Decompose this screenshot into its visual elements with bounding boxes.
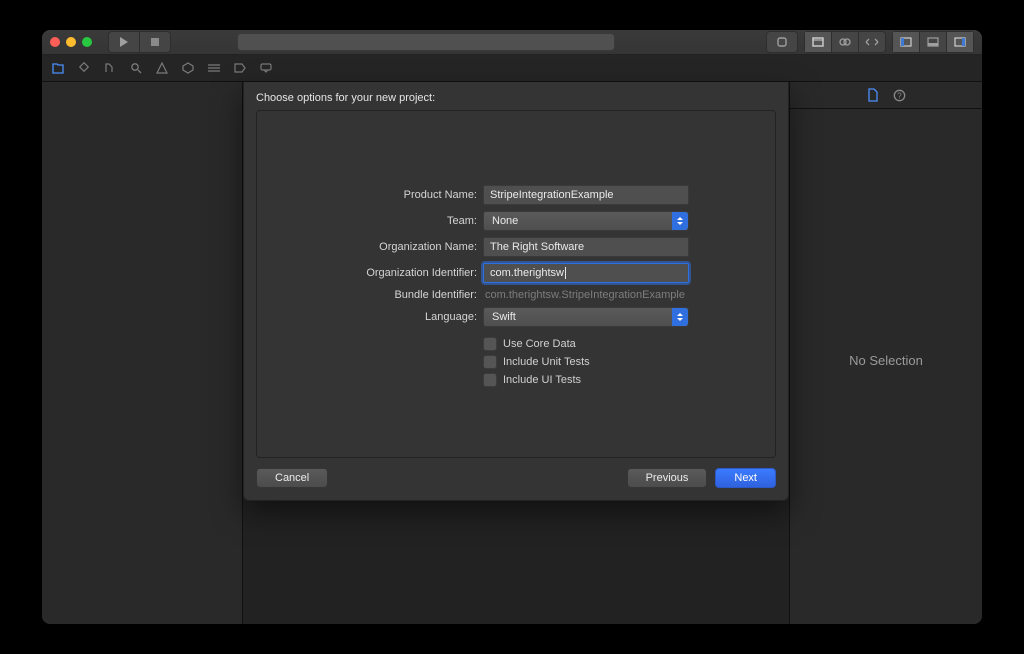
sheet-button-row: Cancel Previous Next [256, 468, 776, 488]
stop-button[interactable] [139, 32, 170, 52]
breakpoint-navigator-tab[interactable] [232, 60, 248, 76]
editor-layout-segment [804, 31, 886, 53]
sheet-content: Product Name: StripeIntegrationExample T… [256, 110, 776, 458]
include-unit-tests-label: Include Unit Tests [503, 356, 590, 368]
organization-name-value: The Right Software [490, 239, 584, 255]
bundle-identifier-label: Bundle Identifier: [297, 289, 477, 301]
team-popup[interactable]: None [483, 211, 689, 231]
chevron-up-down-icon [672, 308, 688, 326]
find-navigator-tab[interactable] [128, 60, 144, 76]
organization-identifier-value: com.therightsw [490, 265, 564, 281]
sheet-title: Choose options for your new project: [256, 92, 776, 104]
organization-identifier-label: Organization Identifier: [297, 267, 477, 279]
cancel-button[interactable]: Cancel [256, 468, 328, 488]
team-label: Team: [297, 215, 477, 227]
team-value: None [492, 215, 518, 227]
product-name-value: StripeIntegrationExample [490, 187, 614, 203]
navigator-panel [42, 82, 243, 624]
library-button[interactable] [766, 31, 798, 53]
editor-area: Choose options for your new project: Pro… [243, 82, 789, 624]
titlebar [42, 30, 982, 55]
product-name-field[interactable]: StripeIntegrationExample [483, 185, 689, 205]
include-ui-tests-label: Include UI Tests [503, 374, 581, 386]
run-button[interactable] [109, 32, 139, 52]
activity-view [237, 33, 615, 51]
project-navigator-tab[interactable] [50, 60, 66, 76]
new-project-sheet: Choose options for your new project: Pro… [243, 82, 789, 501]
next-button[interactable]: Next [715, 468, 776, 488]
source-control-navigator-tab[interactable] [76, 60, 92, 76]
navigator-tabbar [42, 55, 982, 82]
language-value: Swift [492, 311, 516, 323]
toolbar-right [766, 31, 974, 53]
checkbox-icon [483, 337, 497, 351]
toggle-navigator-button[interactable] [893, 32, 919, 52]
toggle-inspector-button[interactable] [946, 32, 973, 52]
organization-identifier-field[interactable]: com.therightsw [483, 263, 689, 283]
toggle-debug-button[interactable] [919, 32, 946, 52]
no-selection-label: No Selection [849, 353, 923, 368]
version-editor-button[interactable] [858, 32, 885, 52]
text-cursor [565, 267, 566, 279]
test-navigator-tab[interactable] [180, 60, 196, 76]
zoom-window-button[interactable] [82, 37, 92, 47]
organization-name-label: Organization Name: [297, 241, 477, 253]
organization-name-field[interactable]: The Right Software [483, 237, 689, 257]
debug-navigator-tab[interactable] [206, 60, 222, 76]
use-core-data-checkbox[interactable]: Use Core Data [483, 337, 689, 351]
use-core-data-label: Use Core Data [503, 338, 576, 350]
run-stop-segment [108, 31, 171, 53]
svg-text:?: ? [897, 91, 902, 100]
file-inspector-tab[interactable] [867, 88, 879, 102]
standard-editor-button[interactable] [805, 32, 831, 52]
product-name-label: Product Name: [297, 189, 477, 201]
assistant-editor-button[interactable] [831, 32, 858, 52]
minimize-window-button[interactable] [66, 37, 76, 47]
checkbox-icon [483, 355, 497, 369]
include-unit-tests-checkbox[interactable]: Include Unit Tests [483, 355, 689, 369]
inspector-panel: ? No Selection [789, 82, 982, 624]
symbol-navigator-tab[interactable] [102, 60, 118, 76]
chevron-up-down-icon [672, 212, 688, 230]
window-controls [50, 37, 92, 47]
previous-button[interactable]: Previous [627, 468, 708, 488]
xcode-window: Choose options for your new project: Pro… [42, 30, 982, 624]
close-window-button[interactable] [50, 37, 60, 47]
language-label: Language: [297, 311, 477, 323]
panel-visibility-segment [892, 31, 974, 53]
options-form: Product Name: StripeIntegrationExample T… [297, 185, 695, 387]
checkbox-icon [483, 373, 497, 387]
inspector-tabbar: ? [790, 82, 982, 109]
report-navigator-tab[interactable] [258, 60, 274, 76]
include-ui-tests-checkbox[interactable]: Include UI Tests [483, 373, 689, 387]
quick-help-inspector-tab[interactable]: ? [893, 89, 906, 102]
issue-navigator-tab[interactable] [154, 60, 170, 76]
main-body: Choose options for your new project: Pro… [42, 82, 982, 624]
language-popup[interactable]: Swift [483, 307, 689, 327]
bundle-identifier-value: com.therightsw.StripeIntegrationExample [483, 289, 689, 301]
